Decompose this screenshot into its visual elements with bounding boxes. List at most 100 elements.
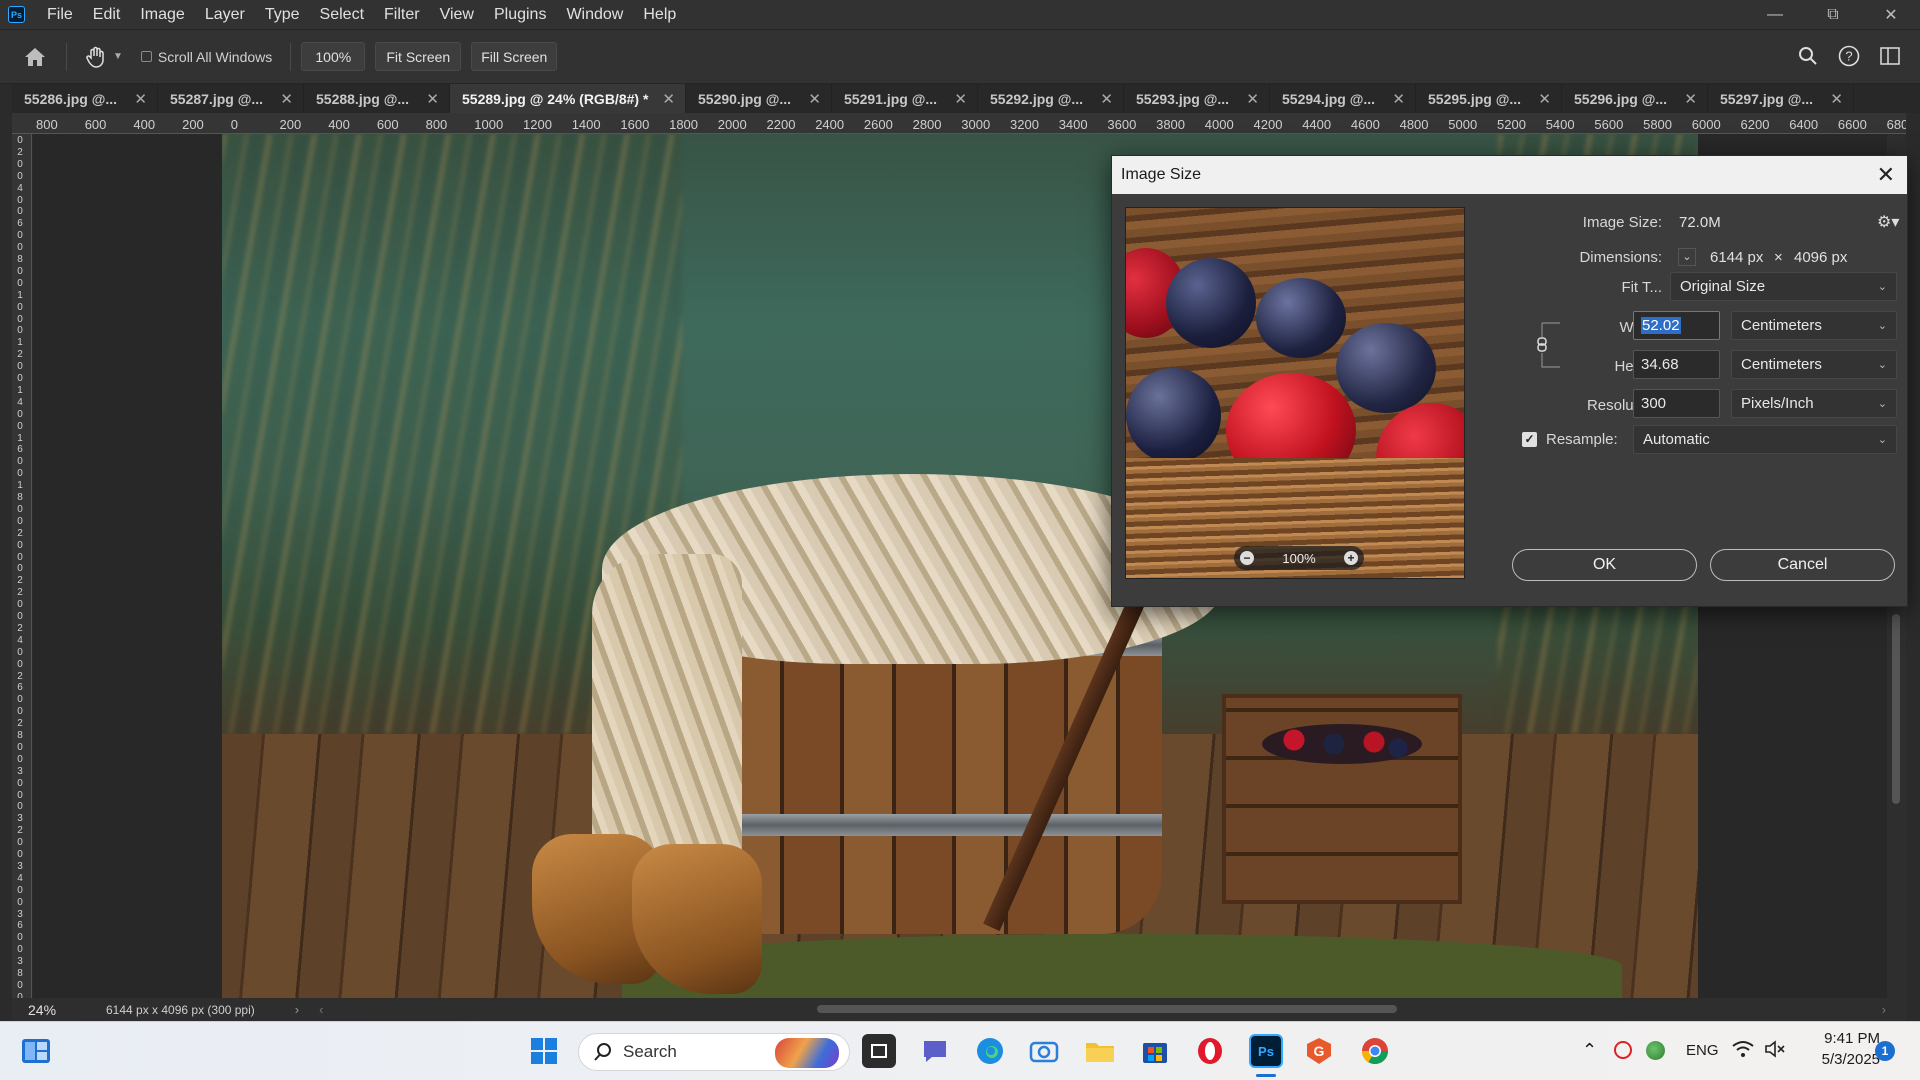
taskbar-search-box[interactable]: Search bbox=[578, 1033, 850, 1071]
show-hidden-icons-chevron-icon[interactable]: ⌃ bbox=[1582, 1040, 1597, 1061]
menu-filter[interactable]: Filter bbox=[374, 0, 430, 29]
volume-muted-icon[interactable] bbox=[1764, 1040, 1786, 1061]
close-tab-icon[interactable]: ✕ bbox=[1830, 90, 1843, 108]
cancel-button[interactable]: Cancel bbox=[1710, 549, 1895, 581]
menu-select[interactable]: Select bbox=[310, 0, 374, 29]
fit-to-select[interactable]: Original Size ⌄ bbox=[1670, 272, 1897, 301]
document-tab[interactable]: 55288.jpg @... ✕ bbox=[304, 84, 450, 113]
dimensions-chevron-down-icon[interactable]: ⌄ bbox=[1678, 248, 1696, 266]
close-tab-icon[interactable]: ✕ bbox=[134, 90, 147, 108]
fit-screen-button[interactable]: Fit Screen bbox=[375, 42, 462, 71]
close-tab-icon[interactable]: ✕ bbox=[1684, 90, 1697, 108]
menu-type[interactable]: Type bbox=[255, 0, 310, 29]
document-tab[interactable]: 55292.jpg @... ✕ bbox=[978, 84, 1124, 113]
edge-browser-icon[interactable] bbox=[973, 1034, 1007, 1068]
width-unit-select[interactable]: Centimeters ⌄ bbox=[1731, 311, 1897, 340]
menu-window[interactable]: Window bbox=[556, 0, 633, 29]
fill-screen-button[interactable]: Fill Screen bbox=[471, 42, 558, 71]
menu-edit[interactable]: Edit bbox=[83, 0, 131, 29]
ok-button[interactable]: OK bbox=[1512, 549, 1697, 581]
status-menu-chevron-icon[interactable]: › bbox=[295, 1002, 299, 1017]
input-language[interactable]: ENG bbox=[1686, 1042, 1719, 1059]
document-tab[interactable]: 55294.jpg @... ✕ bbox=[1270, 84, 1416, 113]
scroll-left-icon[interactable]: ‹ bbox=[319, 1002, 323, 1017]
close-tab-icon[interactable]: ✕ bbox=[1392, 90, 1405, 108]
height-input[interactable]: 34.68 bbox=[1633, 350, 1720, 379]
document-tab-active[interactable]: 55289.jpg @ 24% (RGB/8#) * ✕ bbox=[450, 84, 686, 113]
close-tab-icon[interactable]: ✕ bbox=[1246, 90, 1259, 108]
notification-badge[interactable]: 1 bbox=[1875, 1041, 1895, 1061]
home-icon[interactable] bbox=[22, 44, 48, 70]
close-icon[interactable]: ✕ bbox=[1877, 162, 1895, 188]
scroll-all-windows-checkbox[interactable]: Scroll All Windows bbox=[140, 49, 272, 65]
workspace-panels-icon[interactable] bbox=[1880, 47, 1900, 68]
resolution-input[interactable]: 300 bbox=[1633, 389, 1720, 418]
microsoft-store-icon[interactable] bbox=[1138, 1034, 1172, 1068]
task-view-icon[interactable] bbox=[862, 1034, 896, 1068]
resolution-unit-select[interactable]: Pixels/Inch ⌄ bbox=[1731, 389, 1897, 418]
search-icon bbox=[594, 1043, 611, 1061]
document-tab[interactable]: 55291.jpg @... ✕ bbox=[832, 84, 978, 113]
search-icon[interactable] bbox=[1798, 46, 1818, 69]
teams-chat-icon[interactable] bbox=[918, 1034, 952, 1068]
menu-image[interactable]: Image bbox=[130, 0, 194, 29]
close-tab-icon[interactable]: ✕ bbox=[1100, 90, 1113, 108]
clock-time[interactable]: 9:41 PM bbox=[1810, 1030, 1880, 1047]
file-explorer-icon[interactable] bbox=[1083, 1034, 1117, 1068]
close-tab-icon[interactable]: ✕ bbox=[808, 90, 821, 108]
vpn-crosshair-icon[interactable] bbox=[1614, 1041, 1632, 1059]
settings-gear-icon[interactable]: ⚙▾ bbox=[1877, 212, 1899, 232]
document-tab[interactable]: 55296.jpg @... ✕ bbox=[1562, 84, 1708, 113]
restore-icon[interactable]: ⧉ bbox=[1804, 0, 1862, 29]
photoshop-taskbar-icon[interactable]: Ps bbox=[1249, 1034, 1283, 1068]
wifi-icon[interactable] bbox=[1732, 1040, 1754, 1061]
zoom-in-icon[interactable]: + bbox=[1344, 551, 1358, 565]
horizontal-scrollbar-thumb[interactable] bbox=[817, 1005, 1397, 1013]
network-globe-icon[interactable] bbox=[1646, 1041, 1665, 1060]
photoshop-logo-icon[interactable]: Ps bbox=[8, 6, 25, 23]
menu-layer[interactable]: Layer bbox=[195, 0, 255, 29]
chrome-browser-icon[interactable] bbox=[1358, 1034, 1392, 1068]
menu-plugins[interactable]: Plugins bbox=[484, 0, 556, 29]
scrollbar-thumb[interactable] bbox=[1892, 614, 1900, 804]
image-preview[interactable]: − 100% + bbox=[1125, 207, 1465, 579]
scroll-right-icon[interactable]: › bbox=[1882, 1002, 1886, 1017]
vertical-ruler[interactable]: 0200400600800100012001400160018002000220… bbox=[12, 134, 32, 998]
resample-checkbox[interactable]: ✓ bbox=[1522, 432, 1537, 447]
zoom-out-icon[interactable]: − bbox=[1240, 551, 1254, 565]
help-icon[interactable]: ? bbox=[1838, 45, 1860, 70]
menu-help[interactable]: Help bbox=[633, 0, 686, 29]
tool-preset-chevron-down-icon[interactable]: ▼ bbox=[113, 51, 123, 62]
preview-blueberry bbox=[1126, 368, 1221, 463]
close-window-icon[interactable]: ✕ bbox=[1862, 0, 1920, 29]
close-tab-icon[interactable]: ✕ bbox=[1538, 90, 1551, 108]
start-windows-icon[interactable] bbox=[527, 1034, 561, 1068]
dialog-title-bar[interactable]: Image Size ✕ bbox=[1112, 156, 1907, 194]
resample-select[interactable]: Automatic ⌄ bbox=[1633, 425, 1897, 454]
document-tab[interactable]: 55290.jpg @... ✕ bbox=[686, 84, 832, 113]
menu-view[interactable]: View bbox=[430, 0, 484, 29]
document-tab[interactable]: 55287.jpg @... ✕ bbox=[158, 84, 304, 113]
document-tab[interactable]: 55293.jpg @... ✕ bbox=[1124, 84, 1270, 113]
horizontal-ruler[interactable]: 800 600 400 200 0 200 400 600 800 1000 1200 1400 160… bbox=[12, 113, 1906, 134]
camera-app-icon[interactable] bbox=[1027, 1034, 1061, 1068]
clock-date[interactable]: 5/3/2025 bbox=[1805, 1051, 1880, 1068]
status-zoom[interactable]: 24% bbox=[28, 1002, 88, 1018]
width-input[interactable]: 52.02 bbox=[1633, 311, 1720, 340]
grammarly-icon[interactable]: G bbox=[1302, 1034, 1336, 1068]
minimize-icon[interactable]: — bbox=[1746, 0, 1804, 29]
close-tab-icon[interactable]: ✕ bbox=[954, 90, 967, 108]
widgets-icon[interactable] bbox=[19, 1034, 53, 1068]
hand-tool-icon[interactable] bbox=[83, 44, 109, 70]
zoom-100-button[interactable]: 100% bbox=[301, 42, 366, 71]
menu-file[interactable]: File bbox=[37, 0, 83, 29]
opera-browser-icon[interactable] bbox=[1193, 1034, 1227, 1068]
close-tab-icon[interactable]: ✕ bbox=[662, 90, 675, 108]
close-tab-icon[interactable]: ✕ bbox=[280, 90, 293, 108]
checkbox-box[interactable] bbox=[140, 51, 152, 62]
height-unit-select[interactable]: Centimeters ⌄ bbox=[1731, 350, 1897, 379]
document-tab[interactable]: 55286.jpg @... ✕ bbox=[12, 84, 158, 113]
document-tab[interactable]: 55295.jpg @... ✕ bbox=[1416, 84, 1562, 113]
close-tab-icon[interactable]: ✕ bbox=[426, 90, 439, 108]
document-tab[interactable]: 55297.jpg @... ✕ bbox=[1708, 84, 1854, 113]
